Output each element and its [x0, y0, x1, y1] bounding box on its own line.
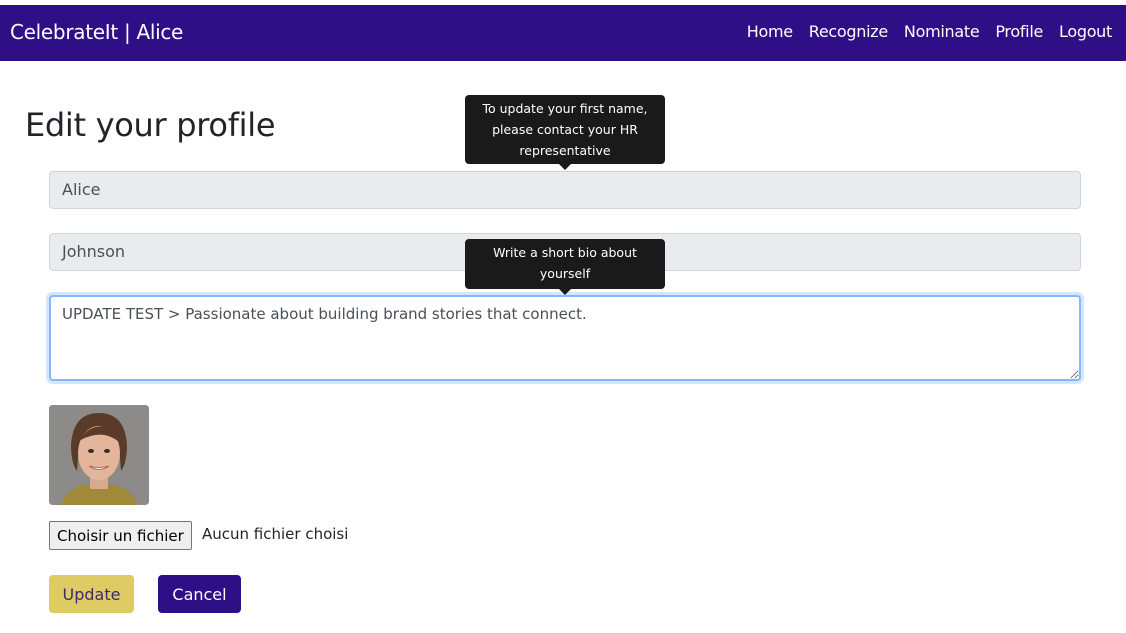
- nav-profile[interactable]: Profile: [995, 22, 1043, 41]
- choose-file-button[interactable]: Choisir un fichier: [49, 521, 192, 550]
- bio-textarea[interactable]: UPDATE TEST > Passionate about building …: [49, 295, 1081, 381]
- brand-title[interactable]: CelebrateIt | Alice: [10, 20, 183, 44]
- cancel-button[interactable]: Cancel: [158, 575, 241, 613]
- navbar: CelebrateIt | Alice Home Recognize Nomin…: [0, 5, 1126, 61]
- update-button[interactable]: Update: [49, 575, 134, 613]
- page-title: Edit your profile: [25, 106, 276, 144]
- nav-logout[interactable]: Logout: [1059, 22, 1112, 41]
- user-photo-icon: [49, 405, 149, 505]
- first-name-tooltip: To update your first name, please contac…: [465, 95, 665, 170]
- file-status-text: Aucun fichier choisi: [202, 525, 349, 543]
- avatar: [49, 405, 149, 505]
- nav-links: Home Recognize Nominate Profile Logout: [747, 22, 1113, 41]
- nav-nominate[interactable]: Nominate: [904, 22, 980, 41]
- nav-home[interactable]: Home: [747, 22, 793, 41]
- bio-tooltip: Write a short bio about yourself: [465, 239, 665, 295]
- first-name-field[interactable]: Alice: [49, 171, 1081, 209]
- nav-recognize[interactable]: Recognize: [809, 22, 888, 41]
